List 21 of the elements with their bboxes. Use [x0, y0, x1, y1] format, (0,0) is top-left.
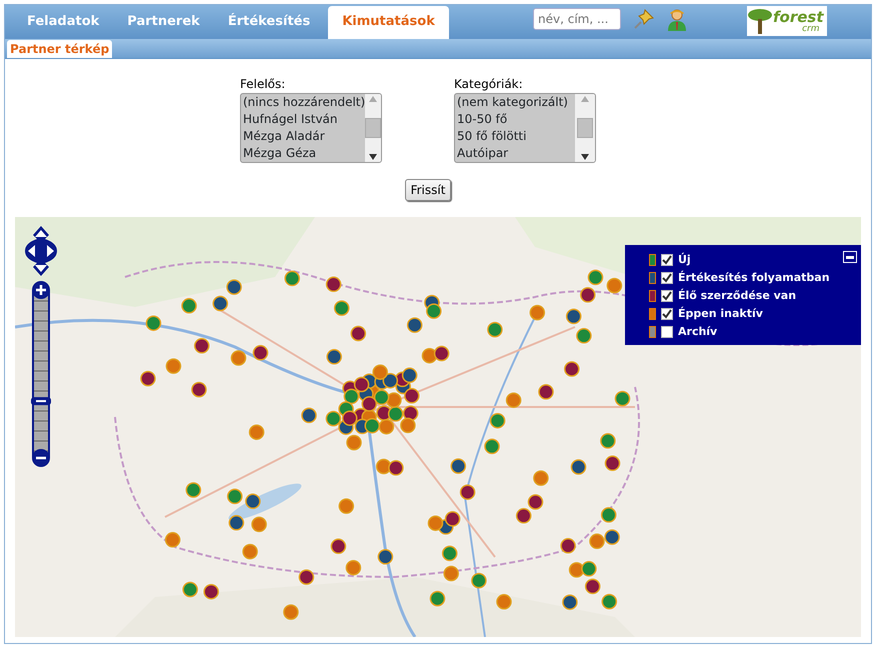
logo-subtext: crm [802, 24, 820, 34]
list-option[interactable]: Mézga Géza [241, 145, 366, 162]
list-option[interactable]: Hufnágel István [241, 111, 366, 128]
logo-text: forest [773, 8, 824, 24]
legend-label: Élő szerződése van [678, 288, 796, 304]
list-option[interactable]: (nem kategorizált) [455, 94, 575, 111]
list-option[interactable]: Autóipar [455, 145, 575, 162]
list-box[interactable]: (nincs hozzárendelt) Hufnágel István Mézga Aladár Mézga Géza [240, 93, 382, 163]
filter-label: Felelős: [240, 76, 286, 93]
legend-label: Éppen inaktív [678, 306, 763, 322]
list-option[interactable]: (nincs hozzárendelt) [241, 94, 366, 111]
search-field[interactable]: név, cím, ... [533, 8, 621, 30]
legend-label: Archív [678, 324, 718, 340]
list-option[interactable]: Mézga Aladár [241, 128, 366, 145]
legend-label: Értékesítés folyamatban [678, 270, 830, 286]
legend-label: Új [678, 252, 691, 268]
list-box[interactable]: (nem kategorizált) 10-50 fő 50 fő fölötti Autóipar [454, 93, 596, 163]
list-option[interactable]: 50 fő fölötti [455, 128, 575, 145]
filter-label: Kategóriák: [454, 76, 524, 93]
list-option[interactable]: 10-50 fő [455, 111, 575, 128]
refresh-button[interactable]: Frissít [404, 179, 452, 201]
